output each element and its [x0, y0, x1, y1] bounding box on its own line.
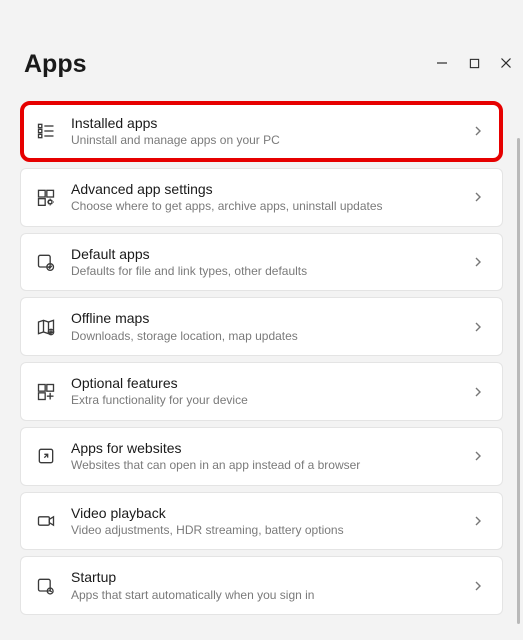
item-text: Startup Apps that start automatically wh… — [71, 568, 458, 603]
item-text: Default apps Defaults for file and link … — [71, 245, 458, 280]
close-button[interactable] — [499, 56, 513, 70]
item-video-playback[interactable]: Video playback Video adjustments, HDR st… — [20, 492, 503, 551]
item-advanced-app-settings[interactable]: Advanced app settings Choose where to ge… — [20, 168, 503, 227]
apps-for-websites-icon — [35, 445, 57, 467]
item-default-apps[interactable]: Default apps Defaults for file and link … — [20, 233, 503, 292]
chevron-right-icon — [472, 124, 486, 138]
startup-icon — [35, 575, 57, 597]
item-title: Default apps — [71, 245, 458, 263]
item-startup[interactable]: Startup Apps that start automatically wh… — [20, 556, 503, 615]
item-text: Advanced app settings Choose where to ge… — [71, 180, 458, 215]
chevron-right-icon — [472, 255, 486, 269]
item-offline-maps[interactable]: Offline maps Downloads, storage location… — [20, 297, 503, 356]
maximize-button[interactable] — [467, 56, 481, 70]
settings-items: Installed apps Uninstall and manage apps… — [0, 101, 523, 615]
video-playback-icon — [35, 510, 57, 532]
item-desc: Downloads, storage location, map updates — [71, 329, 458, 345]
installed-apps-icon — [35, 120, 57, 142]
chevron-right-icon — [472, 579, 486, 593]
offline-maps-icon — [35, 316, 57, 338]
item-desc: Extra functionality for your device — [71, 393, 458, 409]
item-desc: Choose where to get apps, archive apps, … — [71, 199, 458, 215]
item-text: Optional features Extra functionality fo… — [71, 374, 458, 409]
item-desc: Websites that can open in an app instead… — [71, 458, 458, 474]
item-title: Apps for websites — [71, 439, 458, 457]
item-title: Advanced app settings — [71, 180, 458, 198]
default-apps-icon — [35, 251, 57, 273]
item-title: Installed apps — [71, 114, 458, 132]
item-installed-apps[interactable]: Installed apps Uninstall and manage apps… — [20, 101, 503, 162]
item-title: Offline maps — [71, 309, 458, 327]
item-optional-features[interactable]: Optional features Extra functionality fo… — [20, 362, 503, 421]
item-title: Video playback — [71, 504, 458, 522]
item-text: Apps for websites Websites that can open… — [71, 439, 458, 474]
minimize-button[interactable] — [435, 56, 449, 70]
optional-features-icon — [35, 381, 57, 403]
advanced-app-settings-icon — [35, 186, 57, 208]
item-text: Video playback Video adjustments, HDR st… — [71, 504, 458, 539]
item-desc: Video adjustments, HDR streaming, batter… — [71, 523, 458, 539]
item-desc: Defaults for file and link types, other … — [71, 264, 458, 280]
chevron-right-icon — [472, 514, 486, 528]
item-desc: Uninstall and manage apps on your PC — [71, 133, 458, 149]
item-text: Installed apps Uninstall and manage apps… — [71, 114, 458, 149]
item-title: Optional features — [71, 374, 458, 392]
chevron-right-icon — [472, 385, 486, 399]
chevron-right-icon — [472, 190, 486, 204]
window-controls — [435, 56, 513, 70]
scrollbar[interactable] — [517, 138, 520, 624]
item-text: Offline maps Downloads, storage location… — [71, 309, 458, 344]
item-title: Startup — [71, 568, 458, 586]
item-apps-for-websites[interactable]: Apps for websites Websites that can open… — [20, 427, 503, 486]
chevron-right-icon — [472, 449, 486, 463]
chevron-right-icon — [472, 320, 486, 334]
